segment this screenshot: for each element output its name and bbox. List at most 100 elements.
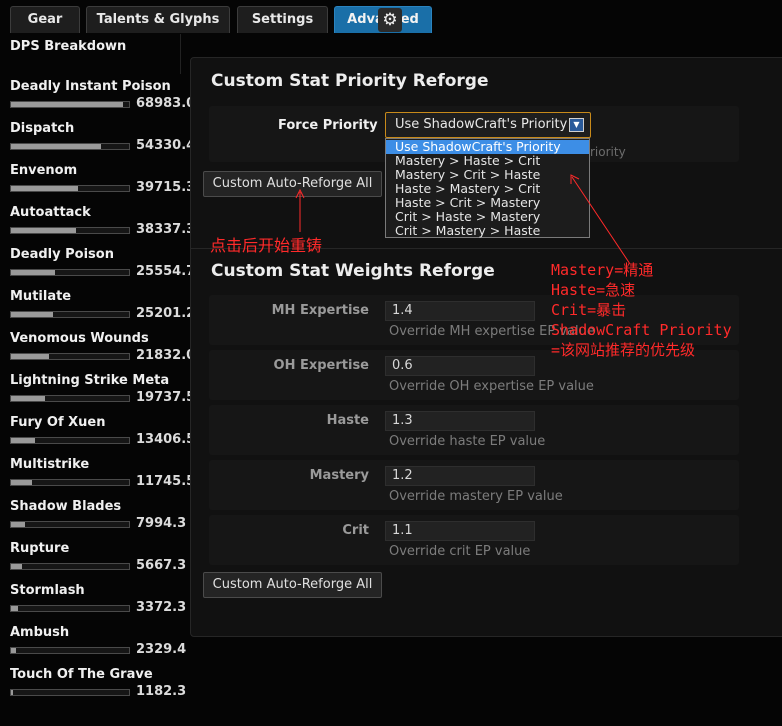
- priority-option[interactable]: Haste > Mastery > Crit: [386, 182, 589, 196]
- dps-ability-name: Ambush: [10, 625, 70, 640]
- dps-bar: [10, 605, 130, 612]
- dps-bar-fill: [11, 606, 19, 611]
- dps-bar: [10, 395, 130, 402]
- priority-option[interactable]: Mastery > Crit > Haste: [386, 168, 589, 182]
- dps-row: Lightning Strike Meta 19737.5: [10, 373, 196, 415]
- dps-row: Mutilate 25201.2: [10, 289, 196, 331]
- legend-annotation-line: Haste=急速: [551, 281, 636, 299]
- priority-section-title: Custom Stat Priority Reforge: [211, 71, 489, 91]
- dps-row: Envenom 39715.3: [10, 163, 196, 205]
- dps-ability-name: Deadly Instant Poison: [10, 79, 171, 94]
- weights-reforge-button[interactable]: Custom Auto-Reforge All: [203, 572, 382, 598]
- dps-bar-fill: [11, 480, 33, 485]
- priority-option[interactable]: Crit > Haste > Mastery: [386, 210, 589, 224]
- click-annotation: 点击后开始重铸: [210, 236, 323, 255]
- weight-help: Override haste EP value: [389, 434, 546, 449]
- dps-bar-fill: [11, 564, 22, 569]
- dps-bar: [10, 185, 130, 192]
- weight-input[interactable]: 1.4: [385, 301, 535, 321]
- dps-ability-name: Touch Of The Grave: [10, 667, 153, 682]
- weight-input[interactable]: 1.3: [385, 411, 535, 431]
- priority-option[interactable]: Mastery > Haste > Crit: [386, 154, 589, 168]
- dps-row: Stormlash 3372.3: [10, 583, 196, 625]
- gear-icon[interactable]: ⚙: [378, 8, 402, 32]
- dps-value: 13406.5: [136, 432, 196, 447]
- dps-bar: [10, 689, 130, 696]
- dps-value: 25554.7: [136, 264, 196, 279]
- dps-value: 11745.5: [136, 474, 196, 489]
- dps-row: Ambush 2329.4: [10, 625, 196, 667]
- dps-value: 7994.3: [136, 516, 187, 531]
- dps-ability-name: Fury Of Xuen: [10, 415, 106, 430]
- chevron-down-icon[interactable]: ▼: [569, 118, 584, 132]
- dps-bar: [10, 563, 130, 570]
- dps-bar: [10, 647, 130, 654]
- priority-option[interactable]: Crit > Mastery > Haste: [386, 224, 589, 238]
- dps-bar-fill: [11, 438, 35, 443]
- legend-annotation-line: Crit=暴击: [551, 301, 627, 319]
- weight-label: MH Expertise: [271, 303, 369, 318]
- dps-value: 3372.3: [136, 600, 187, 615]
- priority-option[interactable]: Haste > Crit > Mastery: [386, 196, 589, 210]
- tab-gear[interactable]: Gear: [10, 6, 80, 33]
- tab-talents-glyphs[interactable]: Talents & Glyphs: [86, 6, 230, 33]
- weight-input[interactable]: 1.1: [385, 521, 535, 541]
- dps-bar: [10, 269, 130, 276]
- dps-bar: [10, 437, 130, 444]
- dps-bar-fill: [11, 354, 49, 359]
- dps-value: 68983.0: [136, 96, 196, 111]
- dps-value: 1182.3: [136, 684, 187, 699]
- dps-bar: [10, 143, 130, 150]
- dps-bar-fill: [11, 144, 101, 149]
- dps-value: 19737.5: [136, 390, 196, 405]
- weight-input[interactable]: 1.2: [385, 466, 535, 486]
- weight-label: Mastery: [309, 468, 369, 483]
- priority-dropdown: Use ShadowCraft's Priority Mastery > Hast…: [385, 138, 590, 238]
- dps-ability-name: Mutilate: [10, 289, 72, 304]
- dps-row: Autoattack 38337.3: [10, 205, 196, 247]
- weight-input[interactable]: 0.6: [385, 356, 535, 376]
- tab-bar: Gear Talents & Glyphs Settings Advanced …: [0, 0, 782, 34]
- select-value: Use ShadowCraft's Priority: [395, 117, 568, 132]
- hidden-help-text: riority: [590, 145, 626, 159]
- weights-section-title: Custom Stat Weights Reforge: [211, 261, 495, 281]
- dps-ability-name: Lightning Strike Meta: [10, 373, 170, 388]
- legend-annotation-line: =该网站推荐的优先级: [551, 341, 696, 359]
- dps-value: 2329.4: [136, 642, 187, 657]
- force-priority-select[interactable]: Use ShadowCraft's Priority ▼: [385, 112, 591, 138]
- dps-ability-name: Venomous Wounds: [10, 331, 149, 346]
- dps-bar: [10, 521, 130, 528]
- tab-settings[interactable]: Settings: [237, 6, 328, 33]
- legend-annotation-line: Mastery=精通: [551, 261, 654, 279]
- dps-value: 38337.3: [136, 222, 196, 237]
- dps-ability-name: Envenom: [10, 163, 78, 178]
- dps-row: Deadly Instant Poison 68983.0: [10, 79, 196, 121]
- dps-ability-name: Multistrike: [10, 457, 90, 472]
- weight-help: Override crit EP value: [389, 544, 531, 559]
- dps-value: 5667.3: [136, 558, 187, 573]
- dps-bar-fill: [11, 396, 46, 401]
- dps-bar-fill: [11, 270, 55, 275]
- dps-ability-name: Stormlash: [10, 583, 85, 598]
- dps-bar-fill: [11, 312, 54, 317]
- dps-ability-name: Rupture: [10, 541, 70, 556]
- weight-label: Haste: [326, 413, 369, 428]
- dps-row: Fury Of Xuen 13406.5: [10, 415, 196, 457]
- priority-reforge-button[interactable]: Custom Auto-Reforge All: [203, 171, 382, 197]
- dps-bar: [10, 353, 130, 360]
- dps-bar-fill: [11, 648, 16, 653]
- priority-option[interactable]: Use ShadowCraft's Priority: [386, 140, 589, 154]
- dps-bar-fill: [11, 186, 79, 191]
- dps-row: Touch Of The Grave 1182.3: [10, 667, 196, 709]
- dps-value: 25201.2: [136, 306, 196, 321]
- dps-row: Deadly Poison 25554.7: [10, 247, 196, 289]
- weight-label: OH Expertise: [273, 358, 369, 373]
- weight-label: Crit: [342, 523, 369, 538]
- dps-value: 39715.3: [136, 180, 196, 195]
- dps-bar: [10, 227, 130, 234]
- dps-row: Rupture 5667.3: [10, 541, 196, 583]
- dps-bar-fill: [11, 690, 14, 695]
- weight-help: Override mastery EP value: [389, 489, 563, 504]
- dps-ability-name: Autoattack: [10, 205, 91, 220]
- dps-breakdown-sidebar: DPS Breakdown Deadly Instant Poison 6898…: [0, 34, 196, 726]
